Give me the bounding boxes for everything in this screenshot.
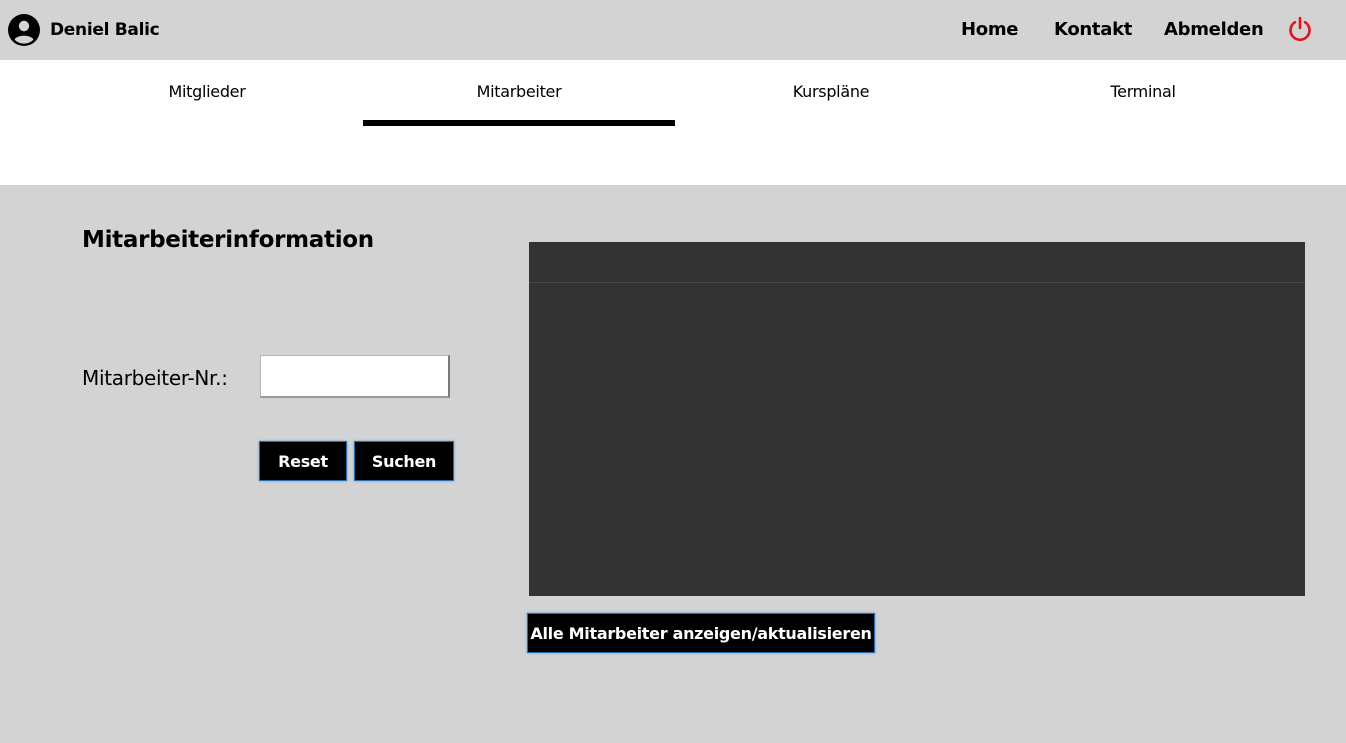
tab-members-label: Mitglieder: [168, 82, 246, 101]
user-name: Deniel Balic: [50, 20, 160, 40]
top-bar: Deniel Balic Home Kontakt Abmelden: [0, 0, 1346, 60]
employee-data-grid[interactable]: [529, 242, 1305, 596]
tab-course-plans-label: Kurspläne: [792, 82, 870, 101]
grid-body[interactable]: [529, 283, 1305, 596]
employee-number-label: Mitarbeiter-Nr.:: [82, 366, 228, 390]
reset-button[interactable]: Reset: [259, 441, 347, 481]
power-icon[interactable]: [1287, 16, 1313, 46]
show-all-employees-button[interactable]: Alle Mitarbeiter anzeigen/aktualisieren: [527, 613, 875, 653]
tab-terminal[interactable]: Terminal: [987, 60, 1299, 126]
tab-course-plans[interactable]: Kurspläne: [675, 60, 987, 126]
tab-members[interactable]: Mitglieder: [51, 60, 363, 126]
employee-number-input[interactable]: [260, 355, 450, 398]
user-info: Deniel Balic: [8, 14, 160, 46]
nav-home-link[interactable]: Home: [961, 19, 1019, 40]
nav-contact-link[interactable]: Kontakt: [1054, 19, 1132, 40]
search-button[interactable]: Suchen: [354, 441, 454, 481]
account-circle-icon: [8, 14, 40, 46]
tab-bar: Mitglieder Mitarbeiter Kurspläne Termina…: [0, 60, 1346, 185]
grid-header: [529, 242, 1305, 283]
section-title: Mitarbeiterinformation: [82, 227, 374, 253]
tab-employees-label: Mitarbeiter: [476, 82, 562, 101]
tab-employees[interactable]: Mitarbeiter: [363, 60, 675, 126]
tab-terminal-label: Terminal: [1110, 82, 1176, 101]
nav-logout-link[interactable]: Abmelden: [1164, 19, 1264, 40]
active-tab-indicator: [363, 120, 675, 126]
